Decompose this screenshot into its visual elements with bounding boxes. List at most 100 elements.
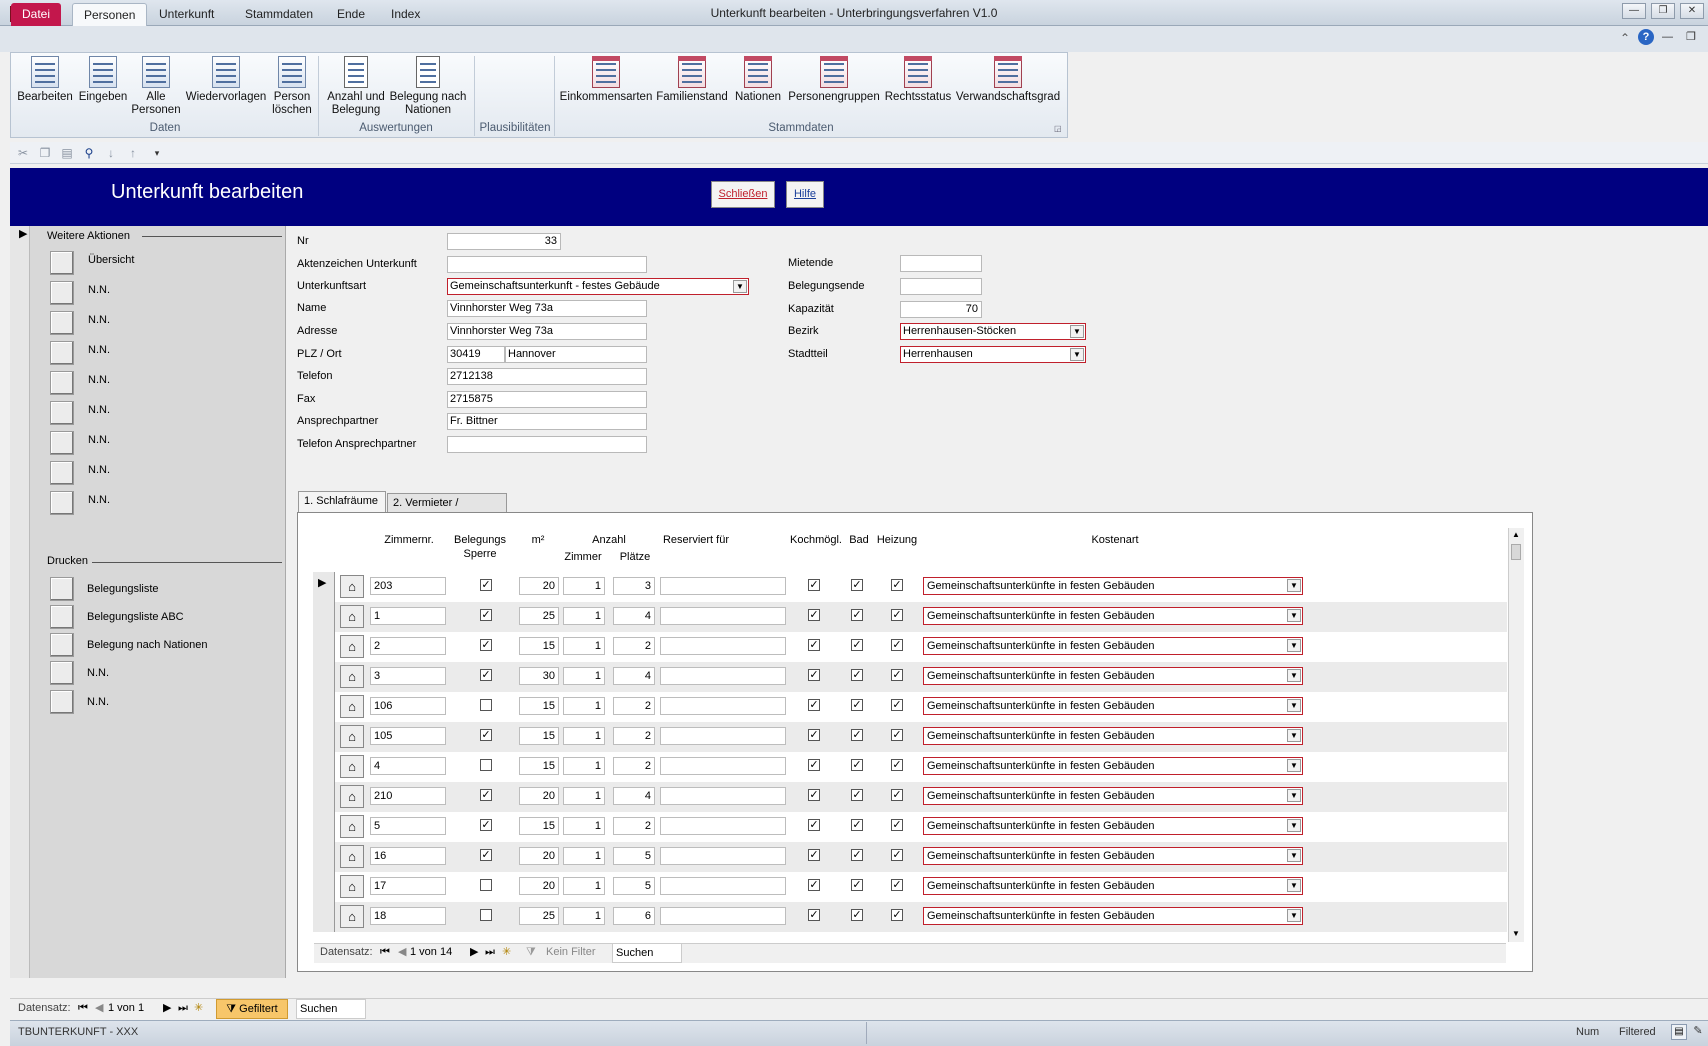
m2-cell[interactable]: 25 [519, 907, 559, 925]
row-selector[interactable] [313, 602, 335, 632]
kochmoegl-checkbox[interactable]: ✓ [808, 849, 820, 861]
tab-ende[interactable]: Ende [326, 3, 376, 26]
bad-checkbox[interactable]: ✓ [851, 789, 863, 801]
reserviert-cell[interactable] [660, 697, 786, 715]
heizung-checkbox[interactable]: ✓ [891, 789, 903, 801]
kostenart-combobox[interactable]: Gemeinschaftsunterkünfte in festen Gebäu… [923, 667, 1303, 685]
anzahl-belegung-button[interactable]: Anzahl und Belegung [322, 56, 390, 117]
scroll-up-icon[interactable]: ▲ [1509, 528, 1523, 542]
ansprechpartner-field[interactable]: Fr. Bittner [447, 413, 647, 430]
heizung-checkbox[interactable]: ✓ [891, 609, 903, 621]
action-button-nn[interactable] [50, 431, 74, 455]
zimmernr-cell[interactable]: 203 [370, 577, 446, 595]
plaetze-cell[interactable]: 5 [613, 847, 655, 865]
first-record-icon[interactable]: ⏮ [380, 943, 390, 963]
row-selector[interactable] [313, 722, 335, 752]
chevron-down-icon[interactable]: ▼ [1287, 579, 1301, 592]
m2-cell[interactable]: 15 [519, 637, 559, 655]
zimmer-cell[interactable]: 1 [563, 637, 605, 655]
prev-record-icon[interactable]: ◀ [95, 999, 103, 1019]
zimmer-cell[interactable]: 1 [563, 577, 605, 595]
kostenart-combobox[interactable]: Gemeinschaftsunterkünfte in festen Gebäu… [923, 817, 1303, 835]
kochmoegl-checkbox[interactable]: ✓ [808, 759, 820, 771]
zimmer-cell[interactable]: 1 [563, 607, 605, 625]
zimmer-cell[interactable]: 1 [563, 907, 605, 925]
plaetze-cell[interactable]: 2 [613, 637, 655, 655]
zimmer-cell[interactable]: 1 [563, 877, 605, 895]
dialog-launcher-icon[interactable]: ◲ [1054, 124, 1062, 133]
tab-vermieter-betreiber[interactable]: 2. Vermieter / Betreiber [387, 493, 507, 528]
aktenzeichen-field[interactable] [447, 256, 647, 273]
next-record-icon[interactable]: ▶ [163, 999, 171, 1019]
doc-restore-icon[interactable]: ❐ [1686, 30, 1696, 43]
chevron-down-icon[interactable]: ▼ [1287, 879, 1301, 892]
sperre-checkbox[interactable] [480, 699, 492, 711]
wiedervorlagen-button[interactable]: Wiedervorlagen [184, 56, 268, 104]
name-field[interactable]: Vinnhorster Weg 73a [447, 300, 647, 317]
action-button-nn[interactable] [50, 461, 74, 485]
zimmernr-cell[interactable]: 5 [370, 817, 446, 835]
belegung-nationen-button[interactable]: Belegung nach Nationen [388, 56, 468, 117]
tab-personen[interactable]: Personen [72, 3, 148, 26]
table-row[interactable]: ⌂ 16 ✓ 20 1 5 ✓ ✓ ✓ Gemeinschaftsunterkünfte in f… [313, 842, 1507, 872]
action-button-uebersicht[interactable] [50, 251, 74, 275]
nationen-button[interactable]: Nationen [732, 56, 784, 104]
action-button-nn[interactable] [50, 371, 74, 395]
kochmoegl-checkbox[interactable]: ✓ [808, 789, 820, 801]
table-row[interactable]: ⌂ 2 ✓ 15 1 2 ✓ ✓ ✓ Gemeinschaftsunterkünfte in fe… [313, 632, 1507, 662]
m2-cell[interactable]: 20 [519, 577, 559, 595]
prev-record-icon[interactable]: ◀ [398, 943, 406, 963]
m2-cell[interactable]: 25 [519, 607, 559, 625]
room-details-icon[interactable]: ⌂ [340, 695, 364, 718]
reserviert-cell[interactable] [660, 877, 786, 895]
bad-checkbox[interactable]: ✓ [851, 879, 863, 891]
row-selector[interactable] [313, 572, 335, 602]
einkommensarten-button[interactable]: Einkommensarten [558, 56, 654, 104]
kostenart-combobox[interactable]: Gemeinschaftsunterkünfte in festen Gebäu… [923, 727, 1303, 745]
bad-checkbox[interactable]: ✓ [851, 639, 863, 651]
m2-cell[interactable]: 15 [519, 727, 559, 745]
zimmer-cell[interactable]: 1 [563, 787, 605, 805]
kapazitaet-field[interactable]: 70 [900, 301, 982, 318]
chevron-down-icon[interactable]: ▼ [733, 280, 747, 293]
tab-index[interactable]: Index [380, 3, 431, 26]
zimmernr-cell[interactable]: 16 [370, 847, 446, 865]
chevron-down-icon[interactable]: ▼ [1287, 669, 1301, 682]
zimmer-cell[interactable]: 1 [563, 697, 605, 715]
plaetze-cell[interactable]: 2 [613, 697, 655, 715]
room-details-icon[interactable]: ⌂ [340, 665, 364, 688]
subform-scrollbar[interactable] [1508, 528, 1524, 942]
plz-field[interactable]: 30419 [447, 346, 505, 363]
unterkunftsart-combobox[interactable]: Gemeinschaftsunterkunft - festes Gebäude… [447, 278, 749, 295]
zimmernr-cell[interactable]: 210 [370, 787, 446, 805]
bearbeiten-button[interactable]: Bearbeiten [16, 56, 74, 104]
sperre-checkbox[interactable]: ✓ [480, 729, 492, 741]
reserviert-cell[interactable] [660, 607, 786, 625]
plaetze-cell[interactable]: 2 [613, 817, 655, 835]
row-selector[interactable] [313, 632, 335, 662]
sperre-checkbox[interactable]: ✓ [480, 819, 492, 831]
zimmernr-cell[interactable]: 3 [370, 667, 446, 685]
reserviert-cell[interactable] [660, 757, 786, 775]
stadtteil-combobox[interactable]: Herrenhausen ▼ [900, 346, 1086, 363]
first-record-icon[interactable]: ⏮ [78, 999, 88, 1019]
m2-cell[interactable]: 20 [519, 787, 559, 805]
reserviert-cell[interactable] [660, 907, 786, 925]
telefon-field[interactable]: 2712138 [447, 368, 647, 385]
reserviert-cell[interactable] [660, 667, 786, 685]
heizung-checkbox[interactable]: ✓ [891, 729, 903, 741]
zimmernr-cell[interactable]: 17 [370, 877, 446, 895]
chevron-down-icon[interactable]: ▼ [1287, 639, 1301, 652]
kochmoegl-checkbox[interactable]: ✓ [808, 669, 820, 681]
reserviert-cell[interactable] [660, 727, 786, 745]
scroll-down-icon[interactable]: ▼ [1509, 927, 1523, 941]
print-button-belegungsliste-abc[interactable] [50, 605, 74, 629]
m2-cell[interactable]: 20 [519, 847, 559, 865]
kochmoegl-checkbox[interactable]: ✓ [808, 729, 820, 741]
kochmoegl-checkbox[interactable]: ✓ [808, 699, 820, 711]
table-row[interactable]: ⌂ 203 ✓ 2013 ✓ ✓ ✓ Gemeinschaftsunterkünfte in … [313, 572, 1507, 602]
plaetze-cell[interactable]: 2 [613, 727, 655, 745]
heizung-checkbox[interactable]: ✓ [891, 639, 903, 651]
zimmernr-cell[interactable]: 18 [370, 907, 446, 925]
kostenart-combobox[interactable]: Gemeinschaftsunterkünfte in festen Gebäu… [923, 787, 1303, 805]
